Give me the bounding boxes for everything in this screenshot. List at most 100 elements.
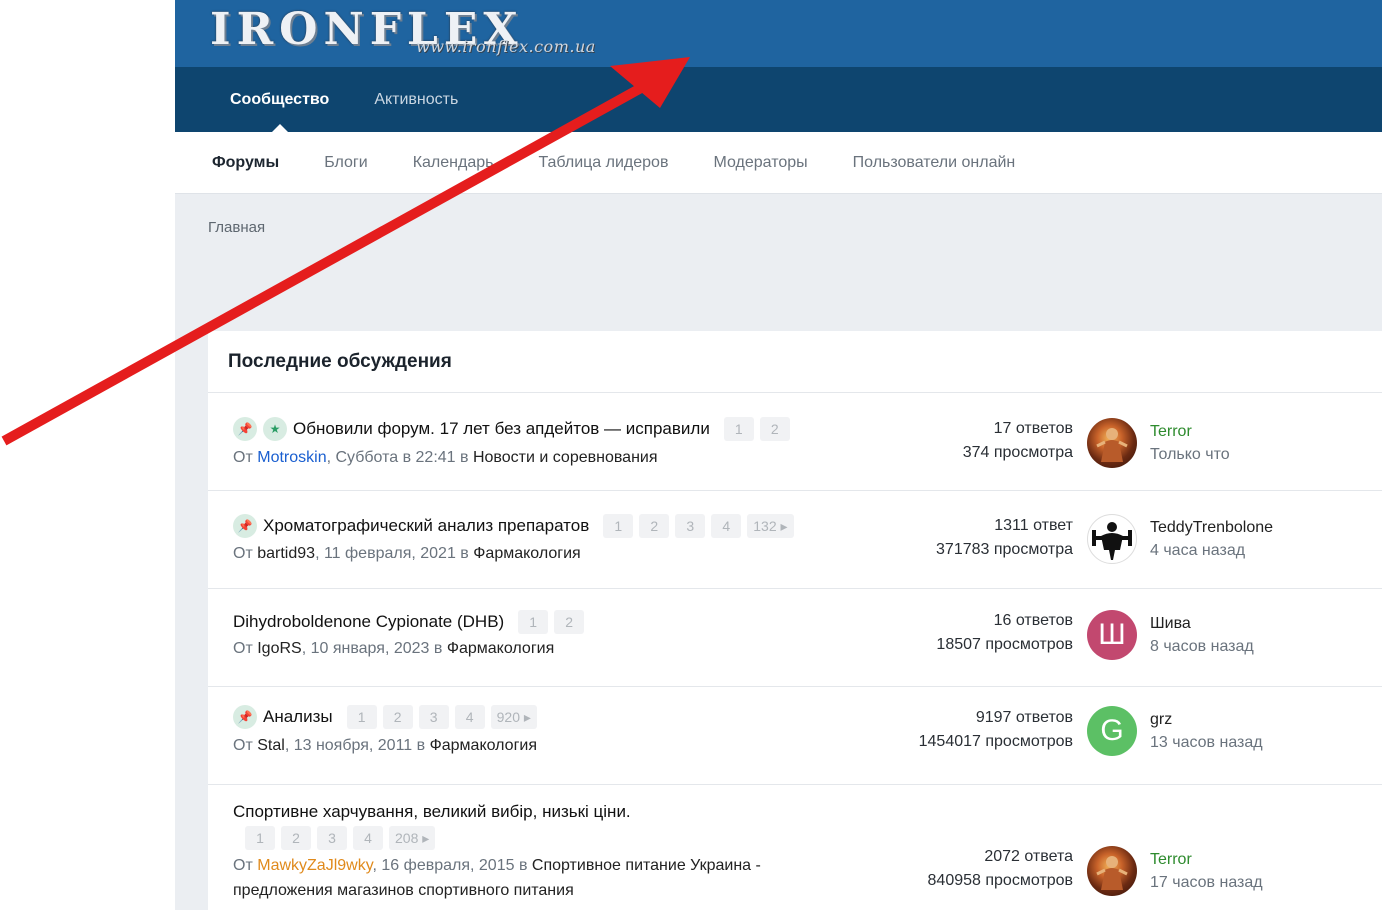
topic-date: , 11 февраля, 2021 в — [315, 545, 474, 562]
topic-author[interactable]: Motroskin — [257, 449, 326, 466]
avatar-image-icon — [1096, 428, 1128, 462]
pagination: 1 2 3 4 920 ▸ — [346, 705, 537, 729]
topic-row: Спортивне харчування, великий вибір, низ… — [208, 785, 1382, 910]
last-poster-name[interactable]: TeddyTrenbolone — [1150, 516, 1273, 539]
topic-forum[interactable]: Новости и соревнования — [473, 449, 658, 466]
page-link[interactable]: 1 — [245, 826, 275, 850]
last-post-time[interactable]: 17 часов назад — [1150, 871, 1263, 894]
pagination: 1 2 3 4 208 ▸ — [245, 826, 436, 850]
page-link[interactable]: 2 — [759, 417, 790, 441]
page-link[interactable]: 4 — [353, 826, 383, 850]
topic-stats: 1311 ответ 371783 просмотра — [936, 514, 1073, 562]
page-link[interactable]: 2 — [382, 705, 413, 729]
secondary-nav-moderators[interactable]: Модераторы — [713, 154, 807, 172]
last-poster-name[interactable]: Terror — [1150, 848, 1263, 871]
topic-stats: 16 ответов 18507 просмотров — [936, 609, 1073, 657]
topic-author[interactable]: bartid93 — [257, 545, 315, 562]
ironflex-logo[interactable]: IRONFLEX www.ironflex.com.ua — [210, 4, 650, 60]
last-poster: Terror Только что — [1087, 418, 1230, 468]
topic-forum[interactable]: Фармакология — [430, 737, 537, 754]
secondary-nav-online-users[interactable]: Пользователи онлайн — [853, 154, 1016, 172]
page-link[interactable]: 2 — [639, 514, 670, 538]
topic-title-line: Спортивне харчування, великий вибір, низ… — [233, 802, 645, 822]
page-link[interactable]: 1 — [518, 610, 549, 634]
topic-meta: От Motroskin, Суббота в 22:41 в Новости … — [233, 445, 658, 470]
topic-forum[interactable]: Спортивное питание Украина - — [532, 857, 761, 874]
page-link[interactable]: 1 — [346, 705, 377, 729]
secondary-nav: Форумы Блоги Календарь Таблица лидеров М… — [175, 132, 1382, 194]
topic-title-line: Dihydroboldenone Cypionate (DHB) 1 2 — [233, 610, 585, 634]
views-count: 371783 просмотра — [936, 541, 1073, 558]
topic-forum[interactable]: Фармакология — [473, 545, 580, 562]
last-post-time[interactable]: 13 часов назад — [1150, 731, 1263, 754]
pin-icon: 📌 — [233, 417, 257, 441]
topic-title-line: 📌 ★ Обновили форум. 17 лет без апдейтов — … — [233, 417, 790, 441]
topic-author[interactable]: IgoRS — [257, 640, 301, 657]
secondary-nav-blogs[interactable]: Блоги — [324, 154, 368, 172]
page-link[interactable]: 1 — [603, 514, 634, 538]
avatar[interactable] — [1087, 418, 1137, 468]
topic-title[interactable]: Анализы — [263, 707, 333, 727]
replies-count: 9197 ответов — [975, 709, 1073, 726]
topic-row: Dihydroboldenone Cypionate (DHB) 1 2 От Igo… — [208, 589, 1382, 687]
replies-count: 17 ответов — [993, 420, 1073, 437]
avatar[interactable] — [1087, 846, 1137, 896]
secondary-nav-calendar[interactable]: Календарь — [413, 154, 494, 172]
primary-nav-community[interactable]: Сообщество — [230, 67, 329, 132]
topic-title[interactable]: Хроматографический анализ препаратов — [263, 516, 589, 536]
topic-title[interactable]: Спортивне харчування, великий вибір, низ… — [233, 802, 631, 822]
topic-stats: 9197 ответов 1454017 просмотров — [919, 706, 1073, 754]
breadcrumb-home[interactable]: Главная — [208, 219, 265, 236]
last-post-time[interactable]: 8 часов назад — [1150, 635, 1254, 658]
page-link[interactable]: 1 — [723, 417, 754, 441]
last-poster: Ggrz 13 часов назад — [1087, 706, 1263, 756]
topic-author[interactable]: Stal — [257, 737, 285, 754]
topic-title-line: 📌 Хроматографический анализ препаратов 1 2 3… — [233, 514, 794, 538]
replies-count: 16 ответов — [993, 612, 1073, 629]
last-post-time[interactable]: 4 часа назад — [1150, 539, 1273, 562]
by-label: От — [233, 857, 253, 874]
primary-nav-activity[interactable]: Активность — [374, 67, 458, 132]
last-post-time[interactable]: Только что — [1150, 443, 1230, 466]
page-link[interactable]: 3 — [418, 705, 449, 729]
topic-forum[interactable]: Фармакология — [447, 640, 554, 657]
site: IRONFLEX www.ironflex.com.ua Сообщество … — [175, 0, 1382, 910]
page-link[interactable]: 4 — [711, 514, 742, 538]
topic-pagination-line: 1 2 3 4 208 ▸ — [245, 826, 436, 850]
page-link[interactable]: 4 — [454, 705, 485, 729]
last-poster-name[interactable]: Terror — [1150, 420, 1230, 443]
last-poster: Terror 17 часов назад — [1087, 846, 1263, 896]
avatar[interactable]: Ш — [1087, 610, 1137, 660]
avatar[interactable] — [1087, 514, 1137, 564]
recent-discussions-panel: Последние обсуждения 📌 ★ Обновили форум. 1… — [208, 331, 1382, 910]
last-poster-name[interactable]: Шива — [1150, 612, 1254, 635]
topic-forum-cont[interactable]: предложения магазинов спортивного питани… — [233, 882, 574, 899]
primary-nav: Сообщество Активность — [175, 67, 1382, 132]
by-label: От — [233, 737, 253, 754]
page-link[interactable]: 2 — [281, 826, 311, 850]
page-link[interactable]: 2 — [554, 610, 585, 634]
topic-meta: От Stal, 13 ноября, 2011 в Фармакология — [233, 733, 537, 758]
topic-stats: 2072 ответа 840958 просмотров — [928, 845, 1073, 893]
page-link[interactable]: 3 — [675, 514, 706, 538]
topic-row: 📌 Хроматографический анализ препаратов 1 2 3… — [208, 491, 1382, 589]
topic-title[interactable]: Обновили форум. 17 лет без апдейтов — ис… — [293, 419, 710, 439]
topic-author[interactable]: MawkyZaJl9wky — [257, 857, 372, 874]
page-link[interactable]: 920 ▸ — [490, 705, 537, 729]
topic-date: , Суббота в 22:41 в — [326, 449, 473, 466]
secondary-nav-forums[interactable]: Форумы — [212, 154, 279, 172]
topic-title[interactable]: Dihydroboldenone Cypionate (DHB) — [233, 612, 504, 632]
last-poster-name[interactable]: grz — [1150, 708, 1263, 731]
topic-row: 📌 Анализы 1 2 3 4 920 ▸ От Stal, 13 ноября, 201… — [208, 687, 1382, 785]
by-label: От — [233, 640, 253, 657]
secondary-nav-leaderboard[interactable]: Таблица лидеров — [538, 154, 668, 172]
page-link[interactable]: 208 ▸ — [389, 826, 436, 850]
topic-date: , 10 января, 2023 в — [301, 640, 447, 657]
replies-count: 1311 ответ — [994, 517, 1073, 534]
panel-title: Последние обсуждения — [208, 331, 1382, 393]
topic-stats: 17 ответов 374 просмотра — [963, 417, 1073, 465]
page-link[interactable]: 132 ▸ — [747, 514, 794, 538]
avatar[interactable]: G — [1087, 706, 1137, 756]
pagination: 12 — [723, 417, 790, 441]
page-link[interactable]: 3 — [317, 826, 347, 850]
